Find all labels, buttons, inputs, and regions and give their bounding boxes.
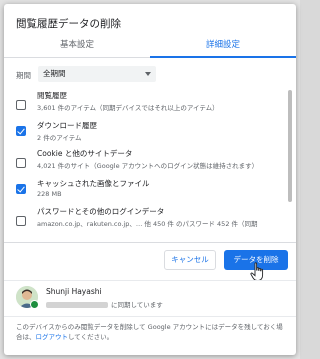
account-sync-status: に同期しています [46, 299, 163, 309]
list-scrollbar[interactable] [288, 90, 292, 240]
item-title: 閲覧履歴 [37, 91, 67, 100]
item-title: Cookie と他のサイトデータ [37, 149, 133, 158]
redacted-email [46, 302, 108, 308]
time-range-select[interactable]: 全期間 [38, 66, 156, 82]
item-subtitle: 2 件のアイテム [37, 134, 82, 142]
divider [4, 316, 296, 317]
sign-out-link[interactable]: ログアウト [36, 333, 69, 341]
tab-advanced[interactable]: 詳細設定 [150, 34, 296, 58]
time-range-label: 期間 [16, 71, 31, 80]
item-subtitle: 3,601 件のアイテム（同期デバイスではそれ以上のアイテム） [37, 104, 219, 112]
list-item-download-history[interactable]: ダウンロード履歴 2 件のアイテム [4, 120, 284, 148]
item-title: キャッシュされた画像とファイル [37, 179, 150, 188]
list-item-cache[interactable]: キャッシュされた画像とファイル 228 MB [4, 178, 284, 206]
tab-bar: 基本設定 詳細設定 [4, 34, 296, 58]
item-title: ダウンロード履歴 [37, 121, 97, 130]
item-subtitle: 4,021 件のサイト（Google アカウントへのログイン状態は維持されます） [37, 162, 259, 170]
footer-text-end: してください。 [68, 333, 114, 341]
item-subtitle: 228 MB [37, 190, 62, 198]
tab-basic[interactable]: 基本設定 [4, 34, 150, 58]
chevron-down-icon [145, 72, 151, 76]
item-subtitle: amazon.co.jp、rakuten.co.jp、… 他 450 件 のパス… [37, 220, 258, 228]
hand-pointer-cursor-icon [250, 262, 264, 281]
checkbox-cookies[interactable] [16, 158, 26, 168]
sync-status-text: に同期しています [111, 301, 163, 309]
time-range-value: 全期間 [43, 69, 66, 78]
clear-browsing-data-dialog: 閲覧履歴データの削除 基本設定 詳細設定 期間 全期間 閲覧履歴 3,601 件… [4, 4, 296, 355]
item-title: パスワードとその他のログインデータ [37, 207, 165, 216]
footer-note: このデバイスからのみ閲覧データを削除して Google アカウントにはデータを残… [16, 322, 288, 342]
scrollbar-thumb[interactable] [288, 90, 292, 202]
divider [4, 280, 296, 281]
checkbox-passwords[interactable] [16, 216, 26, 226]
checkbox-download-history[interactable] [16, 126, 26, 136]
cancel-button[interactable]: キャンセル [164, 250, 216, 270]
list-item-passwords[interactable]: パスワードとその他のログインデータ amazon.co.jp、rakuten.c… [4, 206, 284, 234]
active-tab-indicator [150, 56, 296, 58]
list-item-cookies[interactable]: Cookie と他のサイトデータ 4,021 件のサイト（Google アカウン… [4, 148, 284, 176]
divider [4, 242, 296, 243]
data-type-list[interactable]: 閲覧履歴 3,601 件のアイテム（同期デバイスではそれ以上のアイテム） ダウン… [4, 90, 296, 240]
checkbox-browsing-history[interactable] [16, 100, 26, 110]
checkbox-cache[interactable] [16, 184, 26, 194]
list-item-browsing-history[interactable]: 閲覧履歴 3,601 件のアイテム（同期デバイスではそれ以上のアイテム） [4, 90, 284, 118]
dialog-title: 閲覧履歴データの削除 [16, 18, 121, 30]
sync-icon [30, 300, 39, 309]
account-name: Shunji Hayashi [46, 287, 102, 296]
